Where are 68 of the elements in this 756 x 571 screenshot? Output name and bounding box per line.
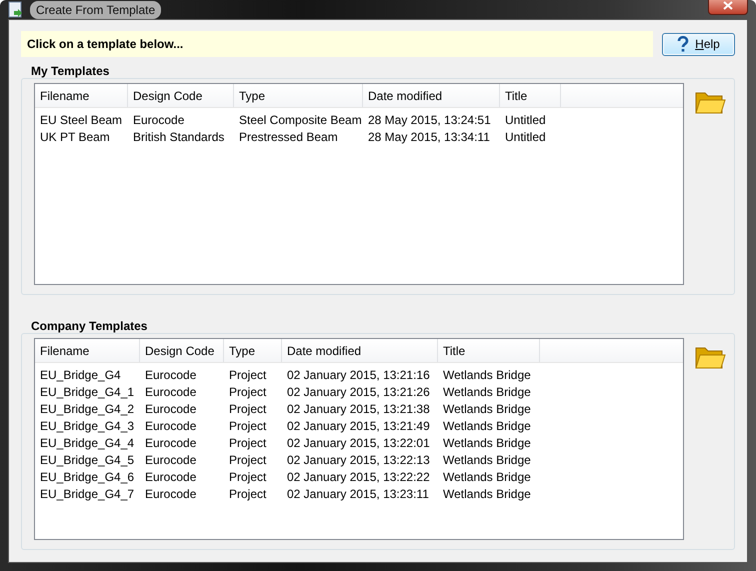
group-title: Company Templates (31, 319, 148, 333)
table-cell-text: Wetlands Bridge (442, 402, 532, 416)
column-header[interactable]: Title (500, 84, 561, 107)
window-title: Create From Template (30, 0, 162, 18)
help-button[interactable]: Help (662, 32, 735, 56)
question-mark-icon (677, 36, 690, 52)
table-cell-text: Eurocode (144, 402, 198, 416)
table-cell-text: 02 January 2015, 13:21:49 (286, 418, 431, 432)
table-cell-text: 02 January 2015, 13:23:11 (286, 486, 430, 500)
close-icon (723, 1, 733, 10)
table-cell-text: 02 January 2015, 13:22:22 (286, 470, 431, 484)
table-cell-text: 28 May 2015, 13:34:11 (367, 130, 491, 144)
table-cell-text: 02 January 2015, 13:21:38 (286, 402, 431, 416)
table-cell-text: EU_Bridge_G4_7 (39, 486, 136, 500)
table-cell-text: EU_Bridge_G4_5 (39, 452, 136, 466)
table-cell-text: Project (228, 470, 268, 484)
table-cell-text: UK PT Beam (39, 130, 111, 144)
table-cell-text: Project (228, 402, 268, 416)
table-cell-text: Wetlands Bridge (442, 452, 532, 466)
column-header[interactable]: Design Code (128, 84, 234, 107)
column-header[interactable]: Title (438, 339, 540, 362)
table-cell-text: Project (228, 436, 268, 450)
table-cell-text: EU_Bridge_G4 (39, 368, 122, 382)
table-cell-text: Eurocode (144, 486, 198, 500)
table-cell-text: 02 January 2015, 13:21:26 (286, 384, 431, 398)
table-cell-text: Eurocode (144, 384, 198, 398)
group-title: My Templates (31, 64, 110, 78)
column-header[interactable]: Filename (35, 84, 128, 107)
column-header[interactable]: Filename (35, 339, 140, 362)
column-header[interactable]: Type (224, 339, 282, 362)
table-cell-text: Wetlands Bridge (442, 470, 532, 484)
table-cell-text: EU_Bridge_G4_6 (39, 470, 136, 484)
column-header[interactable]: Date modified (363, 84, 500, 107)
table-cell-text: EU Steel Beam (39, 112, 124, 126)
table-cell-text: Wetlands Bridge (442, 486, 532, 500)
table-cell-text: Untitled (504, 112, 547, 126)
table-cell-text: EU_Bridge_G4_3 (39, 418, 136, 432)
table-cell-text: Steel Composite Beam (238, 112, 363, 126)
table-cell-text: Wetlands Bridge (442, 368, 532, 382)
table-cell-text: 02 January 2015, 13:21:16 (286, 368, 431, 382)
table-cell-text: Eurocode (144, 368, 198, 382)
table-cell-text: Eurocode (144, 418, 198, 432)
column-header[interactable]: Design Code (140, 339, 224, 362)
table-cell-text: Eurocode (132, 112, 186, 126)
close-button[interactable] (708, 0, 748, 14)
table-cell-text: Project (228, 368, 268, 382)
table-cell-text: EU_Bridge_G4_2 (39, 402, 136, 416)
table-cell-text: Prestressed Beam (238, 130, 339, 144)
table-cell-text: Eurocode (144, 436, 198, 450)
table-cell-text: 02 January 2015, 13:22:01 (286, 436, 431, 450)
table-cell-text: Project (228, 452, 268, 466)
table-cell-text: Eurocode (144, 452, 198, 466)
table-cell-text: Project (228, 486, 268, 500)
table-cell-text: British Standards (132, 130, 226, 144)
table-cell-text: 02 January 2015, 13:22:13 (286, 452, 431, 466)
table-cell-text: 28 May 2015, 13:24:51 (367, 112, 492, 126)
table-cell-text: EU_Bridge_G4_4 (39, 436, 136, 450)
table-cell-text: Untitled (504, 130, 547, 144)
table-cell-text: Wetlands Bridge (442, 418, 532, 432)
instruction-banner: Click on a template below... (21, 31, 653, 57)
table-cell-text: Wetlands Bridge (442, 384, 532, 398)
column-header[interactable]: Date modified (282, 339, 438, 362)
table-cell-text: EU_Bridge_G4_1 (39, 384, 136, 398)
table-cell-text: Wetlands Bridge (442, 436, 532, 450)
table-cell-text: Eurocode (144, 470, 198, 484)
column-header[interactable]: Type (234, 84, 363, 107)
table-cell-text: Project (228, 418, 268, 432)
table-cell-text: Project (228, 384, 268, 398)
